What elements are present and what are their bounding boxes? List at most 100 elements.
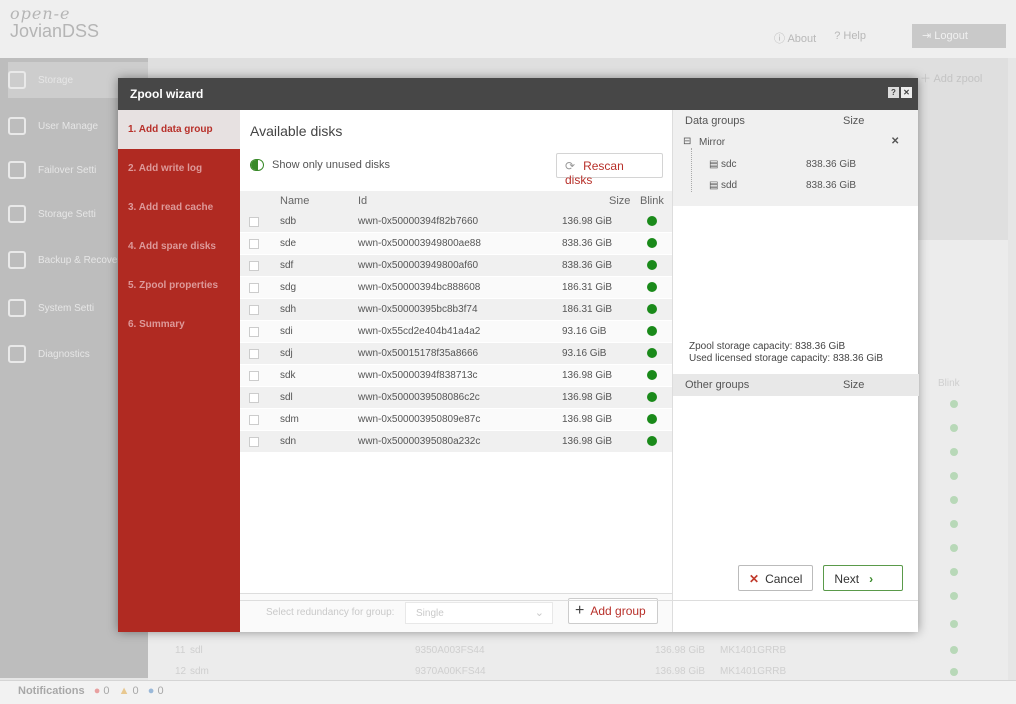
- notifications-bar[interactable]: Notifications ● 0 ▲ 0 ● 0: [0, 680, 1016, 704]
- blink-indicator[interactable]: [950, 544, 958, 552]
- disk-checkbox[interactable]: [249, 217, 259, 227]
- footer-divider: [240, 600, 918, 601]
- bg-row-size: 136.98 GiB: [655, 645, 706, 656]
- help-icon[interactable]: ?: [888, 87, 899, 98]
- toggle-switch[interactable]: [250, 159, 264, 171]
- collapse-icon[interactable]: ⊟: [683, 136, 691, 147]
- user-icon: [8, 117, 26, 135]
- blink-indicator[interactable]: [950, 620, 958, 628]
- blink-indicator[interactable]: [950, 424, 958, 432]
- show-unused-toggle[interactable]: Show only unused disks: [250, 159, 390, 171]
- disk-row[interactable]: sdg wwn-0x50000394bc888608 186.31 GiB: [240, 277, 672, 299]
- member-disk-size: 838.36 GiB: [806, 159, 857, 170]
- blink-icon[interactable]: [647, 348, 657, 358]
- disk-row[interactable]: sdh wwn-0x50000395bc8b3f74 186.31 GiB: [240, 299, 672, 321]
- member-disk-name: sdd: [721, 180, 738, 191]
- col-name[interactable]: Name: [280, 195, 309, 207]
- logout-button[interactable]: ⇥ Logout: [912, 24, 1006, 48]
- blink-icon[interactable]: [647, 304, 657, 314]
- blink-indicator[interactable]: [950, 448, 958, 456]
- disk-row[interactable]: sdb wwn-0x50000394f82b7660 136.98 GiB: [240, 211, 672, 233]
- disk-checkbox[interactable]: [249, 371, 259, 381]
- blink-icon[interactable]: [647, 414, 657, 424]
- disk-row[interactable]: sde wwn-0x500003949800ae88 838.36 GiB: [240, 233, 672, 255]
- step-add-write-log[interactable]: 2. Add write log: [118, 149, 240, 188]
- refresh-icon: ⟳: [565, 159, 576, 173]
- disk-name: sdf: [280, 260, 294, 271]
- disk-row[interactable]: sdl wwn-0x5000039508086c2c 136.98 GiB: [240, 387, 672, 409]
- blink-indicator[interactable]: [950, 568, 958, 576]
- disk-checkbox[interactable]: [249, 327, 259, 337]
- disk-name: sdl: [280, 392, 293, 403]
- group-mirror-label[interactable]: Mirror: [699, 137, 725, 148]
- redundancy-label: Select redundancy for group:: [266, 607, 395, 618]
- disk-row[interactable]: sdj wwn-0x50015178f35a8666 93.16 GiB: [240, 343, 672, 365]
- bg-row-index: 11: [175, 645, 186, 656]
- col-id[interactable]: Id: [358, 195, 367, 207]
- disk-checkbox[interactable]: [249, 437, 259, 447]
- blink-icon[interactable]: [647, 436, 657, 446]
- blink-icon[interactable]: [647, 326, 657, 336]
- close-icon[interactable]: ✕: [901, 87, 912, 98]
- blink-indicator[interactable]: [950, 520, 958, 528]
- disk-row[interactable]: sdk wwn-0x50000394f838713c 136.98 GiB: [240, 365, 672, 387]
- disk-size: 186.31 GiB: [562, 282, 613, 293]
- disk-checkbox[interactable]: [249, 305, 259, 315]
- disk-checkbox[interactable]: [249, 239, 259, 249]
- blink-icon[interactable]: [647, 392, 657, 402]
- blink-indicator[interactable]: [950, 472, 958, 480]
- system-settings-icon: [8, 299, 26, 317]
- blink-indicator[interactable]: [950, 496, 958, 504]
- rescan-disks-button[interactable]: ⟳ Rescan disks: [556, 153, 663, 187]
- blink-indicator[interactable]: [950, 400, 958, 408]
- disk-size: 93.16 GiB: [562, 326, 607, 337]
- disk-row[interactable]: sdn wwn-0x50000395080a232c 136.98 GiB: [240, 431, 672, 453]
- blink-icon[interactable]: [647, 216, 657, 226]
- blink-icon[interactable]: [647, 370, 657, 380]
- redundancy-select[interactable]: Single ⌄: [405, 602, 553, 624]
- disk-name: sdk: [280, 370, 296, 381]
- disk-row[interactable]: sdm wwn-0x500003950809e87c 136.98 GiB: [240, 409, 672, 431]
- blink-indicator[interactable]: [950, 646, 958, 654]
- disk-name: sdh: [280, 304, 297, 315]
- col-blink[interactable]: Blink: [640, 195, 664, 207]
- blink-indicator[interactable]: [950, 668, 958, 676]
- blink-icon[interactable]: [647, 238, 657, 248]
- disk-row[interactable]: sdi wwn-0x55cd2e404b41a4a2 93.16 GiB: [240, 321, 672, 343]
- disk-checkbox[interactable]: [249, 393, 259, 403]
- next-button[interactable]: Next ›: [823, 565, 904, 591]
- disk-row[interactable]: sdf wwn-0x500003949800af60 838.36 GiB: [240, 255, 672, 277]
- col-size[interactable]: Size: [609, 195, 630, 207]
- disk-name: sdi: [280, 326, 293, 337]
- disk-checkbox[interactable]: [249, 349, 259, 359]
- zpool-wizard-dialog: Zpool wizard ? ✕ 1. Add data group 2. Ad…: [118, 78, 919, 632]
- failover-icon: [8, 161, 26, 179]
- step-add-spare-disks[interactable]: 4. Add spare disks: [118, 227, 240, 266]
- bg-row-name: sdm: [190, 666, 209, 677]
- plus-icon: +: [575, 602, 585, 619]
- blink-icon[interactable]: [647, 260, 657, 270]
- help-link[interactable]: ? Help: [834, 30, 866, 46]
- add-zpool-button[interactable]: ＋ Add zpool: [920, 70, 982, 86]
- step-summary[interactable]: 6. Summary: [118, 305, 240, 344]
- disk-checkbox[interactable]: [249, 415, 259, 425]
- remove-group-icon[interactable]: ✕: [891, 136, 899, 147]
- step-add-data-group[interactable]: 1. Add data group: [118, 110, 240, 149]
- disk-id: wwn-0x50000394f838713c: [358, 370, 478, 381]
- disk-checkbox[interactable]: [249, 283, 259, 293]
- dialog-title-bar: Zpool wizard ? ✕: [118, 78, 918, 110]
- step-add-read-cache[interactable]: 3. Add read cache: [118, 188, 240, 227]
- blink-indicator[interactable]: [950, 592, 958, 600]
- disk-id: wwn-0x500003949800af60: [358, 260, 479, 271]
- step-zpool-properties[interactable]: 5. Zpool properties: [118, 266, 240, 305]
- blink-icon[interactable]: [647, 282, 657, 292]
- disk-checkbox[interactable]: [249, 261, 259, 271]
- add-group-button[interactable]: + Add group: [568, 598, 658, 624]
- info-icon: ●: [147, 685, 155, 697]
- cancel-button[interactable]: ✕ Cancel: [738, 565, 814, 591]
- disk-id: wwn-0x55cd2e404b41a4a2: [358, 326, 481, 337]
- disk-size: 136.98 GiB: [562, 216, 613, 227]
- bg-row-index: 12: [175, 666, 187, 677]
- disk-icon: ▤: [709, 180, 719, 191]
- about-link[interactable]: ⓘ About: [774, 30, 816, 46]
